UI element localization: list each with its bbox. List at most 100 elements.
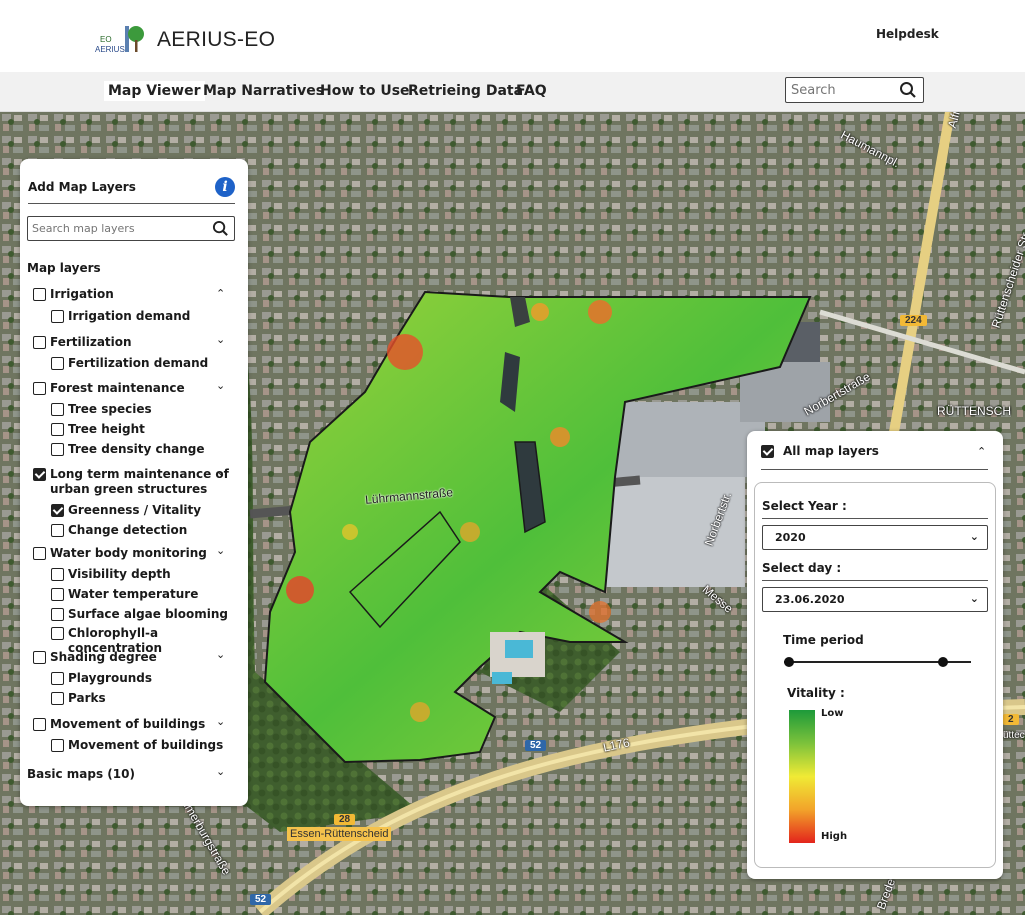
place-tag-essen: Essen-Rüttenscheid bbox=[287, 827, 392, 841]
road-shield-2: 2 bbox=[1003, 714, 1019, 725]
checkbox-chlorophyll-a[interactable] bbox=[51, 627, 64, 640]
chevron-down-icon[interactable]: ⌄ bbox=[216, 715, 225, 728]
layer-visibility-depth[interactable]: Visibility depth bbox=[51, 567, 171, 582]
layer-movement-of-buildings[interactable]: Movement of buildings bbox=[51, 738, 223, 753]
divider bbox=[762, 580, 988, 581]
layer-surface-algae-blooming[interactable]: Surface algae blooming bbox=[51, 607, 228, 622]
layer-parks[interactable]: Parks bbox=[51, 691, 106, 706]
layer-group-movement-of-buildings[interactable]: Movement of buildings bbox=[33, 717, 205, 732]
layer-group-long-term-maintenance[interactable]: Long term maintenance of urban green str… bbox=[33, 467, 229, 497]
layer-change-detection[interactable]: Change detection bbox=[51, 523, 187, 538]
layer-tree-height[interactable]: Tree height bbox=[51, 422, 145, 437]
layer-group-forest-maintenance[interactable]: Forest maintenance bbox=[33, 381, 185, 396]
helpdesk-link[interactable]: Helpdesk bbox=[876, 27, 939, 41]
nav-how-to-use[interactable]: How to Use bbox=[316, 81, 414, 101]
layer-irrigation-demand[interactable]: Irrigation demand bbox=[51, 309, 190, 324]
checkbox-visibility-depth[interactable] bbox=[51, 568, 64, 581]
checkbox-water-temperature[interactable] bbox=[51, 588, 64, 601]
panel-divider bbox=[761, 469, 988, 470]
checkbox-tree-height[interactable] bbox=[51, 423, 64, 436]
layer-label: Water body monitoring bbox=[50, 546, 207, 560]
slider-start-handle[interactable] bbox=[784, 657, 794, 667]
layer-search[interactable] bbox=[27, 216, 235, 241]
app-logo[interactable]: EO AERIUS AERIUS-EO bbox=[95, 22, 275, 58]
logo-text-top: EO bbox=[100, 35, 112, 44]
select-year-label: Select Year : bbox=[762, 499, 847, 513]
map-label-ruttensch: RÜTTENSCH bbox=[937, 404, 1011, 418]
nav-map-narratives[interactable]: Map Narratives bbox=[199, 81, 328, 101]
layer-label: Change detection bbox=[68, 523, 188, 537]
layer-label: Tree density change bbox=[68, 442, 205, 456]
layer-label: Tree species bbox=[68, 402, 152, 416]
chevron-down-icon[interactable]: ⌄ bbox=[216, 648, 225, 661]
checkbox-water-body-monitoring[interactable] bbox=[33, 547, 46, 560]
checkbox-change-detection[interactable] bbox=[51, 524, 64, 537]
layer-label: Fertilization demand bbox=[68, 356, 209, 370]
vitality-label: Vitality : bbox=[787, 686, 845, 700]
layer-label: Movement of buildings bbox=[68, 738, 224, 752]
checkbox-surface-algae-blooming[interactable] bbox=[51, 608, 64, 621]
checkbox-all-map-layers[interactable] bbox=[761, 445, 774, 458]
layer-tree-density-change[interactable]: Tree density change bbox=[51, 442, 205, 457]
legend-high-label: High bbox=[821, 831, 848, 842]
chevron-up-icon[interactable]: ⌃ bbox=[216, 287, 225, 300]
logo-text-bottom: AERIUS bbox=[95, 45, 125, 54]
checkbox-movement-of-buildings-child[interactable] bbox=[51, 739, 64, 752]
layer-label: Shading degree bbox=[50, 650, 157, 664]
chevron-down-icon[interactable]: ⌄ bbox=[216, 544, 225, 557]
layer-label-line1: Long term maintenance of bbox=[50, 467, 229, 481]
chevron-down-icon[interactable]: ⌄ bbox=[216, 465, 225, 478]
time-period-label: Time period bbox=[783, 633, 864, 647]
layer-label-line2: urban green structures bbox=[50, 482, 208, 496]
layer-label: Water temperature bbox=[68, 587, 199, 601]
year-select[interactable]: 2020 ⌄ bbox=[762, 525, 988, 550]
site-search[interactable] bbox=[785, 77, 924, 103]
layer-fertilization-demand[interactable]: Fertilization demand bbox=[51, 356, 208, 371]
checkbox-movement-of-buildings[interactable] bbox=[33, 718, 46, 731]
select-day-label: Select day : bbox=[762, 561, 842, 575]
checkbox-parks[interactable] bbox=[51, 692, 64, 705]
layer-group-shading-degree[interactable]: Shading degree bbox=[33, 650, 157, 665]
checkbox-irrigation-demand[interactable] bbox=[51, 310, 64, 323]
nav-retrieving-data[interactable]: Retrieing Data bbox=[404, 81, 527, 101]
day-select[interactable]: 23.06.2020 ⌄ bbox=[762, 587, 988, 612]
layer-playgrounds[interactable]: Playgrounds bbox=[51, 671, 152, 686]
slider-end-handle[interactable] bbox=[937, 657, 948, 667]
checkbox-fertilization[interactable] bbox=[33, 336, 46, 349]
time-period-slider[interactable] bbox=[784, 657, 971, 667]
checkbox-long-term-maintenance[interactable] bbox=[33, 468, 46, 481]
nav-map-viewer[interactable]: Map Viewer bbox=[104, 81, 205, 101]
layer-water-temperature[interactable]: Water temperature bbox=[51, 587, 198, 602]
checkbox-playgrounds[interactable] bbox=[51, 672, 64, 685]
all-map-layers-toggle[interactable]: All map layers bbox=[761, 444, 879, 458]
chevron-up-icon[interactable]: ⌃ bbox=[977, 445, 986, 458]
all-map-layers-label: All map layers bbox=[783, 444, 879, 458]
layer-label: Parks bbox=[68, 691, 106, 705]
chevron-down-icon[interactable]: ⌄ bbox=[216, 333, 225, 346]
checkbox-greenness-vitality[interactable] bbox=[51, 504, 64, 517]
search-icon[interactable] bbox=[212, 220, 229, 241]
layer-group-irrigation[interactable]: Irrigation bbox=[33, 287, 114, 302]
info-icon[interactable]: i bbox=[215, 177, 235, 197]
checkbox-shading-degree[interactable] bbox=[33, 651, 46, 664]
checkbox-forest-maintenance[interactable] bbox=[33, 382, 46, 395]
nav-faq[interactable]: FAQ bbox=[512, 81, 551, 101]
layer-group-water-body-monitoring[interactable]: Water body monitoring bbox=[33, 546, 207, 561]
checkbox-tree-density-change[interactable] bbox=[51, 443, 64, 456]
checkbox-tree-species[interactable] bbox=[51, 403, 64, 416]
panel-divider bbox=[28, 203, 235, 204]
search-icon[interactable] bbox=[899, 81, 917, 103]
checkbox-fertilization-demand[interactable] bbox=[51, 357, 64, 370]
layer-label: Forest maintenance bbox=[50, 381, 185, 395]
layer-group-fertilization[interactable]: Fertilization bbox=[33, 335, 132, 350]
layers-panel-title: Add Map Layers bbox=[28, 180, 136, 194]
checkbox-irrigation[interactable] bbox=[33, 288, 46, 301]
chevron-down-icon[interactable]: ⌄ bbox=[216, 379, 225, 392]
layer-tree-species[interactable]: Tree species bbox=[51, 402, 152, 417]
map-label-ruttec: üttec bbox=[1003, 730, 1025, 741]
layer-search-input[interactable] bbox=[32, 218, 202, 239]
basic-maps-group[interactable]: Basic maps (10) bbox=[27, 767, 135, 782]
site-search-input[interactable] bbox=[791, 79, 901, 101]
chevron-down-icon[interactable]: ⌄ bbox=[216, 765, 225, 778]
layer-greenness-vitality[interactable]: Greenness / Vitality bbox=[51, 503, 201, 518]
